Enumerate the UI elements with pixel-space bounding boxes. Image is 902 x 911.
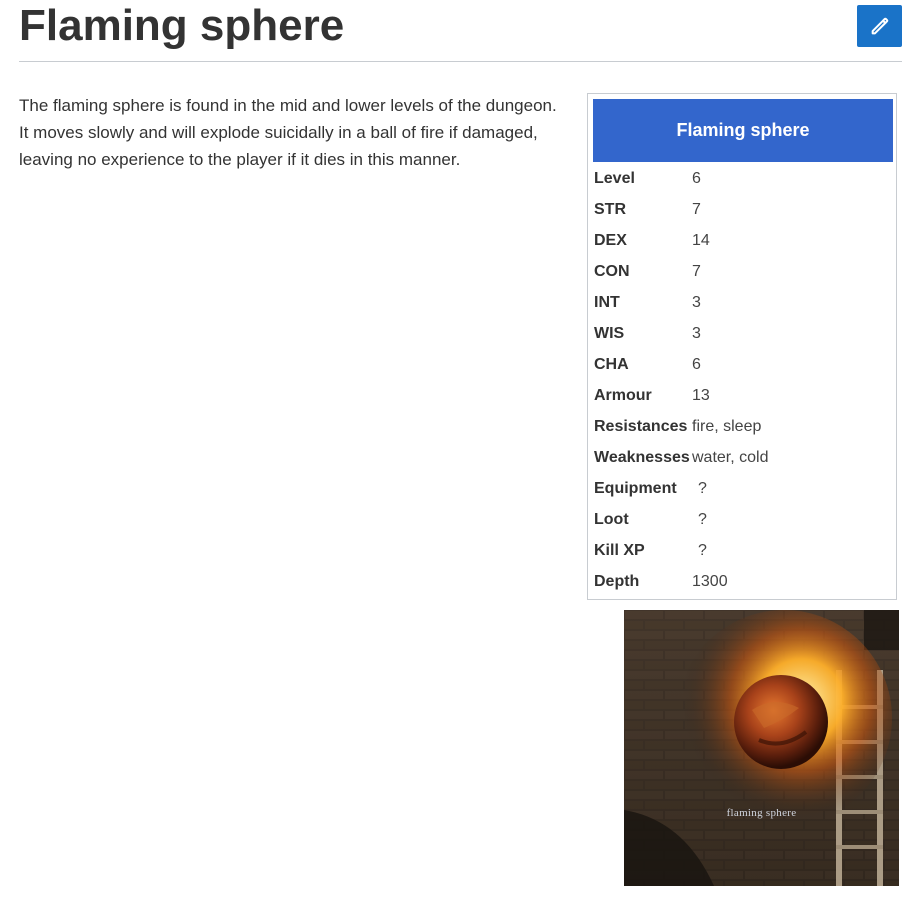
infobox-row-level: Level 6: [594, 163, 892, 194]
row-value: 1300: [692, 572, 728, 590]
infobox-table: Level 6 STR 7 DEX 14 CON 7 INT 3 WIS 3 C…: [594, 163, 892, 597]
infobox: Flaming sphere Level 6 STR 7 DEX 14 CON …: [587, 93, 897, 600]
page-title: Flaming sphere: [19, 1, 345, 50]
creature-image[interactable]: flaming sphere: [624, 610, 899, 886]
flaming-sphere-illustration: [624, 610, 899, 886]
row-value: 6: [692, 169, 701, 187]
image-caption: flaming sphere: [726, 807, 797, 819]
row-value: 6: [692, 355, 701, 373]
infobox-row-equipment: Equipment ?: [594, 473, 892, 504]
row-label: Equipment: [594, 479, 677, 497]
row-label: CHA: [594, 355, 629, 373]
row-label: Depth: [594, 572, 640, 590]
row-value: ?: [698, 510, 707, 528]
title-divider: [19, 61, 902, 62]
row-label: Kill XP: [594, 541, 645, 559]
infobox-row-con: CON 7: [594, 256, 892, 287]
row-label: Weaknesses: [594, 448, 690, 466]
infobox-row-loot: Loot ?: [594, 504, 892, 535]
infobox-row-dex: DEX 14: [594, 225, 892, 256]
row-value: 3: [692, 293, 701, 311]
row-value: 7: [692, 200, 701, 218]
row-value: 14: [692, 231, 710, 249]
infobox-row-resistances: Resistances fire, sleep: [594, 411, 892, 442]
row-label: INT: [594, 293, 620, 311]
row-label: CON: [594, 262, 630, 280]
row-label: Armour: [594, 386, 652, 404]
row-value: 7: [692, 262, 701, 280]
row-label: Resistances: [594, 417, 688, 435]
infobox-row-kill-xp: Kill XP ?: [594, 535, 892, 566]
edit-button[interactable]: [857, 5, 902, 47]
infobox-row-str: STR 7: [594, 194, 892, 225]
pencil-icon: [871, 17, 888, 35]
infobox-row-int: INT 3: [594, 287, 892, 318]
intro-paragraph: The flaming sphere is found in the mid a…: [19, 96, 557, 169]
infobox-row-wis: WIS 3: [594, 318, 892, 349]
row-label: STR: [594, 200, 626, 218]
row-value: fire, sleep: [692, 417, 762, 435]
row-label: WIS: [594, 324, 625, 342]
infobox-row-cha: CHA 6: [594, 349, 892, 380]
row-label: DEX: [594, 231, 627, 249]
infobox-row-armour: Armour 13: [594, 380, 892, 411]
row-value: 3: [692, 324, 701, 342]
row-value: ?: [698, 541, 707, 559]
infobox-row-depth: Depth 1300: [594, 566, 892, 597]
row-value: water, cold: [692, 448, 769, 466]
infobox-title: Flaming sphere: [593, 99, 893, 162]
row-value: 13: [692, 386, 710, 404]
row-label: Level: [594, 169, 635, 187]
row-label: Loot: [594, 510, 629, 528]
infobox-row-weaknesses: Weaknesses water, cold: [594, 442, 892, 473]
row-value: ?: [698, 479, 707, 497]
